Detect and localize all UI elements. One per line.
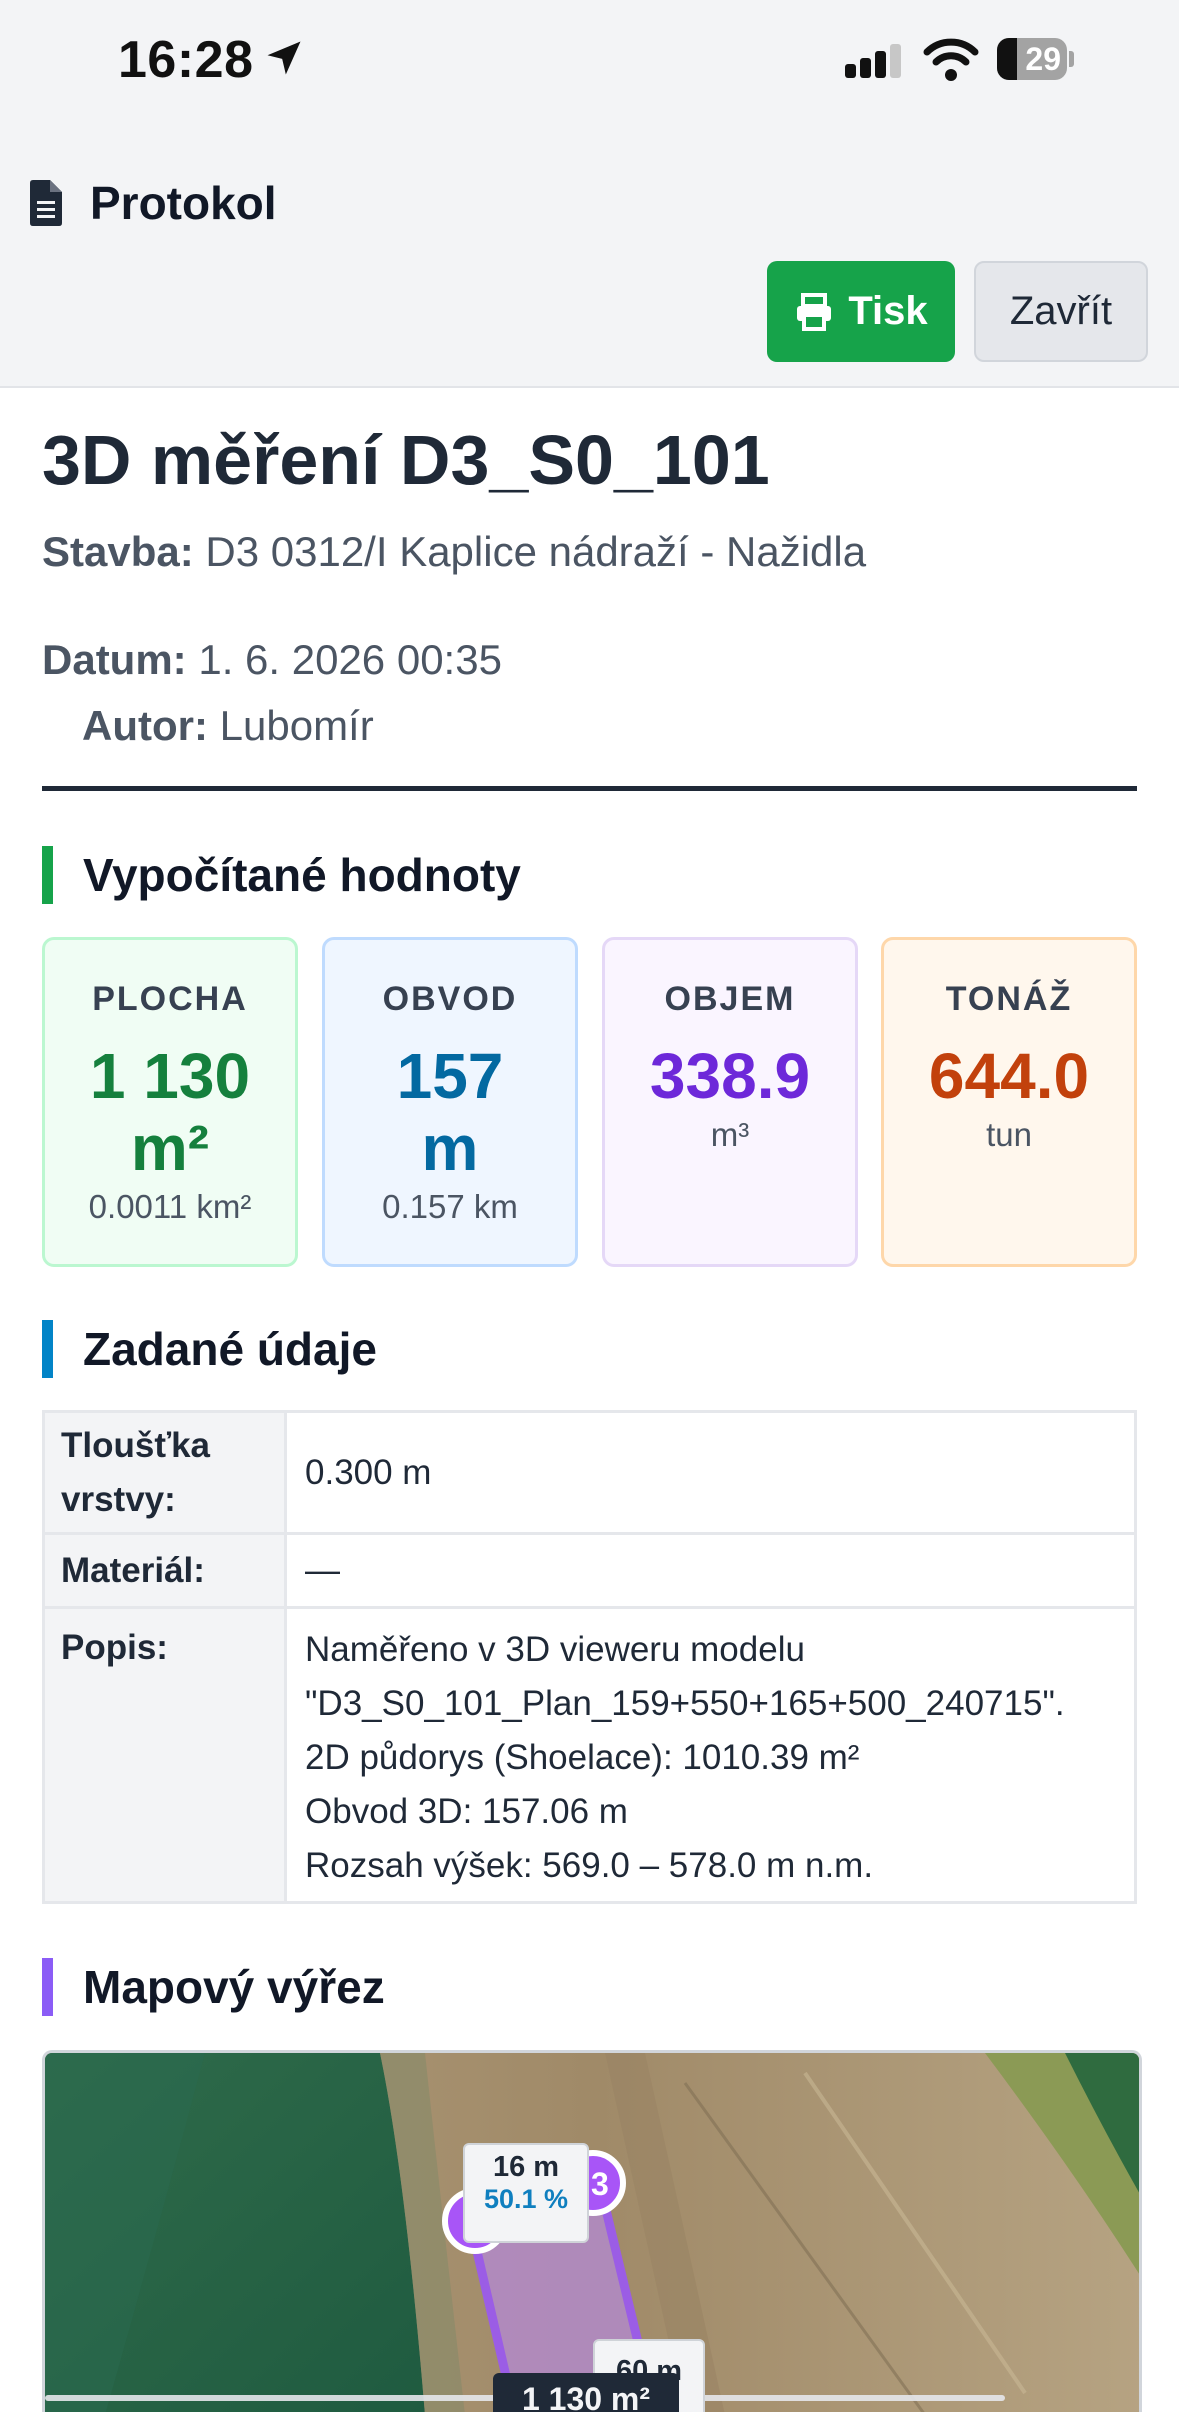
description-line: 2D půdorys (Shoelace): 1010.39 m² [305,1738,860,1777]
section-title: Vypočítané hodnoty [83,849,521,901]
description-line: Rozsah výšek: 569.0 – 578.0 m n.m. [305,1846,874,1885]
status-bar: 16:28 29 [0,0,1179,120]
app-header: Protokol Tisk Zavřít [0,120,1179,388]
stavba-value: D3 0312/I Kaplice nádraží - Nažidla [205,528,867,575]
stat-value: 1 130 m² [45,1040,295,1184]
battery-level: 29 [1025,41,1061,77]
table-row: Materiál: — [42,1532,1137,1609]
battery-icon: 29 [997,38,1075,80]
section-title: Zadané údaje [83,1323,377,1375]
divider [42,786,1137,791]
location-arrow-icon [267,41,301,75]
map-area-label: 1 130 m² [493,2373,679,2412]
stat-card-area: PLOCHA 1 130 m² 0.0011 km² [42,937,298,1267]
stat-label: PLOCHA [92,980,248,1018]
section-accent-bar [42,846,53,904]
print-button-label: Tisk [848,289,928,333]
close-button-label: Zavřít [1009,289,1113,333]
inputs-table: Tloušťka vrstvy: 0.300 m Materiál: — Pop… [42,1410,1137,1904]
segment-length: 16 m [492,2151,560,2183]
header-title: Protokol [28,177,277,229]
segment-percent: 50.1 % [483,2184,569,2214]
print-button[interactable]: Tisk [767,261,955,362]
cellular-signal-icon [845,44,901,78]
autor-label: Autor: [82,702,208,749]
table-value: — [284,1532,1137,1609]
meta-stavba: Stavba: D3 0312/I Kaplice nádraží - Naži… [42,528,866,576]
stat-card-volume: OBJEM 338.9 m³ [602,937,858,1267]
section-computed-values: Vypočítané hodnoty [42,846,521,904]
datum-value: 1. 6. 2026 00:35 [198,636,502,683]
stat-value-unit: m² [130,1112,210,1184]
datum-label: Datum: [42,636,187,683]
stat-value-number: 157 [396,1040,504,1112]
description-line: Obvod 3D: 157.06 m [305,1792,628,1831]
printer-icon [797,292,832,331]
section-map: Mapový výřez [42,1958,385,2016]
stat-label: OBJEM [664,980,796,1018]
stat-card-perimeter: OBVOD 157 m 0.157 km [322,937,578,1267]
stat-value-number: 1 130 [89,1040,251,1112]
stat-value-unit: m [421,1112,479,1184]
stat-value: 644.0 [928,1040,1090,1112]
page-title: Protokol [90,177,277,229]
document-title: 3D měření D3_S0_101 [42,421,770,499]
table-value: Naměřeno v 3D vieweru modelu "D3_S0_101_… [284,1606,1137,1904]
document-icon [30,180,62,226]
wifi-icon [923,38,979,81]
stat-sub: 0.157 km [382,1188,518,1225]
stat-sub: tun [986,1116,1032,1153]
meta-autor: Autor: Lubomír [82,702,374,750]
table-row: Popis: Naměřeno v 3D vieweru modelu "D3_… [42,1606,1137,1904]
status-time: 16:28 [118,31,254,89]
meta-datum: Datum: 1. 6. 2026 00:35 [42,636,502,684]
section-accent-bar [42,1320,53,1378]
section-accent-bar [42,1958,53,2016]
map-segment-label: 16 m 50.1 % [463,2143,589,2243]
table-row: Tloušťka vrstvy: 0.300 m [42,1410,1137,1535]
table-key: Materiál: [42,1532,287,1609]
stat-label: TONÁŽ [945,980,1073,1018]
stat-card-tonnage: TONÁŽ 644.0 tun [881,937,1137,1267]
description-line: Naměřeno v 3D vieweru modelu [305,1630,805,1669]
description-line: "D3_S0_101_Plan_159+550+165+500_240715". [305,1684,1065,1723]
stat-sub: 0.0011 km² [88,1188,252,1225]
stat-value: 157 m [325,1040,575,1184]
stat-label: OBVOD [382,980,518,1018]
stat-sub: m³ [710,1116,750,1153]
table-value: 0.300 m [284,1410,1137,1535]
map-view[interactable]: 3 16 m 50.1 % 60 m 1 130 m² [42,2050,1142,2412]
close-button[interactable]: Zavřít [974,261,1148,362]
vertex-label: 3 [591,2166,609,2202]
section-title: Mapový výřez [83,1961,385,2013]
section-inputs: Zadané údaje [42,1320,377,1378]
autor-value: Lubomír [219,702,374,749]
table-key: Popis: [42,1606,287,1904]
stat-value: 338.9 [649,1040,811,1112]
stavba-label: Stavba: [42,528,194,575]
table-key: Tloušťka vrstvy: [42,1410,287,1535]
